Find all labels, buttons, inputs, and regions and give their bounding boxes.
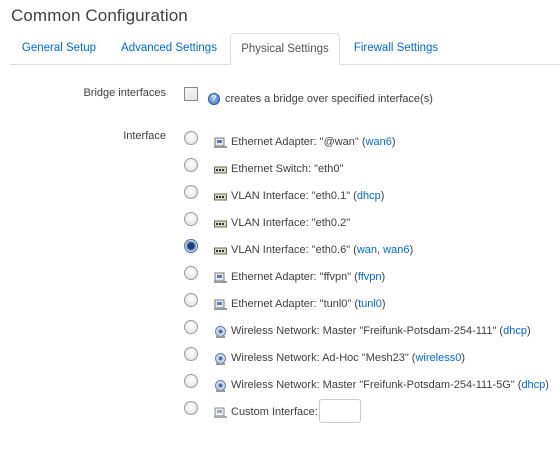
page-title: Common Configuration <box>11 6 188 25</box>
interface-option[interactable]: Wireless Network: Ad-Hoc "Mesh23" (wirel… <box>0 347 560 369</box>
ethernet-adapter-icon <box>214 271 227 283</box>
bridge-help-text: creates a bridge over specified interfac… <box>225 93 433 105</box>
interface-option[interactable]: Ethernet Adapter: "@wan" (wan6) <box>0 131 560 153</box>
interface-option-label: Wireless Network: Master "Freifunk-Potsd… <box>231 325 531 337</box>
interface-option[interactable]: Ethernet Switch: "eth0" <box>0 158 560 180</box>
interface-option[interactable]: Ethernet Adapter: "ffvpn" (ffvpn) <box>0 266 560 288</box>
interface-radio[interactable] <box>184 266 198 280</box>
network-link[interactable]: dhcp <box>503 325 527 337</box>
tab-firewall-settings[interactable]: Firewall Settings <box>342 33 450 63</box>
network-link[interactable]: tunl0 <box>358 298 382 310</box>
vlan-interface-icon <box>214 244 227 256</box>
network-link[interactable]: wan6 <box>366 136 392 148</box>
ethernet-adapter-icon <box>214 136 227 148</box>
interface-option[interactable]: Wireless Network: Master "Freifunk-Potsd… <box>0 320 560 342</box>
interface-radio[interactable] <box>184 347 198 361</box>
interface-option-label: Wireless Network: Ad-Hoc "Mesh23" (wirel… <box>231 352 466 364</box>
interface-option-label: VLAN Interface: "eth0.1" (dhcp) <box>231 190 385 202</box>
interface-option[interactable]: Custom Interface: <box>0 401 560 423</box>
interface-radio[interactable] <box>184 293 198 307</box>
interface-radio[interactable] <box>184 131 198 145</box>
interface-option[interactable]: Wireless Network: Master "Freifunk-Potsd… <box>0 374 560 396</box>
network-link[interactable]: wan <box>357 244 377 256</box>
wireless-network-icon <box>214 379 227 392</box>
network-link[interactable]: wireless0 <box>415 352 461 364</box>
tab-advanced-settings[interactable]: Advanced Settings <box>110 33 228 63</box>
network-link[interactable]: wan6 <box>383 244 409 256</box>
interface-radio[interactable] <box>184 320 198 334</box>
interface-option[interactable]: VLAN Interface: "eth0.2" <box>0 212 560 234</box>
wireless-network-icon <box>214 352 227 365</box>
network-link[interactable]: ffvpn <box>358 271 382 283</box>
custom-interface-input[interactable] <box>319 399 361 423</box>
interface-option-label: Wireless Network: Master "Freifunk-Potsd… <box>231 379 549 391</box>
tab-general-setup[interactable]: General Setup <box>10 33 108 63</box>
interface-radio[interactable] <box>184 212 198 226</box>
tab-physical-settings[interactable]: Physical Settings <box>230 33 340 65</box>
vlan-interface-icon <box>214 217 227 229</box>
help-icon: ? <box>208 93 220 105</box>
wireless-network-icon <box>214 325 227 338</box>
network-link[interactable]: dhcp <box>357 190 381 202</box>
bridge-interfaces-checkbox[interactable] <box>184 87 198 101</box>
custom-interface-icon <box>214 406 227 418</box>
interface-option-label: VLAN Interface: "eth0.6" (wan, wan6) <box>231 244 414 256</box>
interface-option-label: VLAN Interface: "eth0.2" <box>231 217 351 229</box>
interface-option[interactable]: VLAN Interface: "eth0.6" (wan, wan6) <box>0 239 560 261</box>
interface-option-label: Custom Interface: <box>231 406 318 418</box>
interface-option-label: Ethernet Adapter: "tunl0" (tunl0) <box>231 298 386 310</box>
interface-option[interactable]: VLAN Interface: "eth0.1" (dhcp) <box>0 185 560 207</box>
interface-option-label: Ethernet Adapter: "ffvpn" (ffvpn) <box>231 271 386 283</box>
network-link[interactable]: dhcp <box>521 379 545 391</box>
interface-option-label: Ethernet Switch: "eth0" <box>231 163 344 175</box>
interface-radio[interactable] <box>184 401 198 415</box>
interface-radio[interactable] <box>184 374 198 388</box>
ethernet-adapter-icon <box>214 298 227 310</box>
interface-option-label: Ethernet Adapter: "@wan" (wan6) <box>231 136 396 148</box>
tab-bar: General Setup Advanced Settings Physical… <box>10 33 560 65</box>
interface-option[interactable]: Ethernet Adapter: "tunl0" (tunl0) <box>0 293 560 315</box>
bridge-interfaces-label: Bridge interfaces <box>83 87 166 99</box>
interface-radio[interactable] <box>184 239 198 253</box>
interface-radio[interactable] <box>184 185 198 199</box>
vlan-interface-icon <box>214 190 227 202</box>
interface-radio[interactable] <box>184 158 198 172</box>
ethernet-switch-icon <box>214 163 227 175</box>
